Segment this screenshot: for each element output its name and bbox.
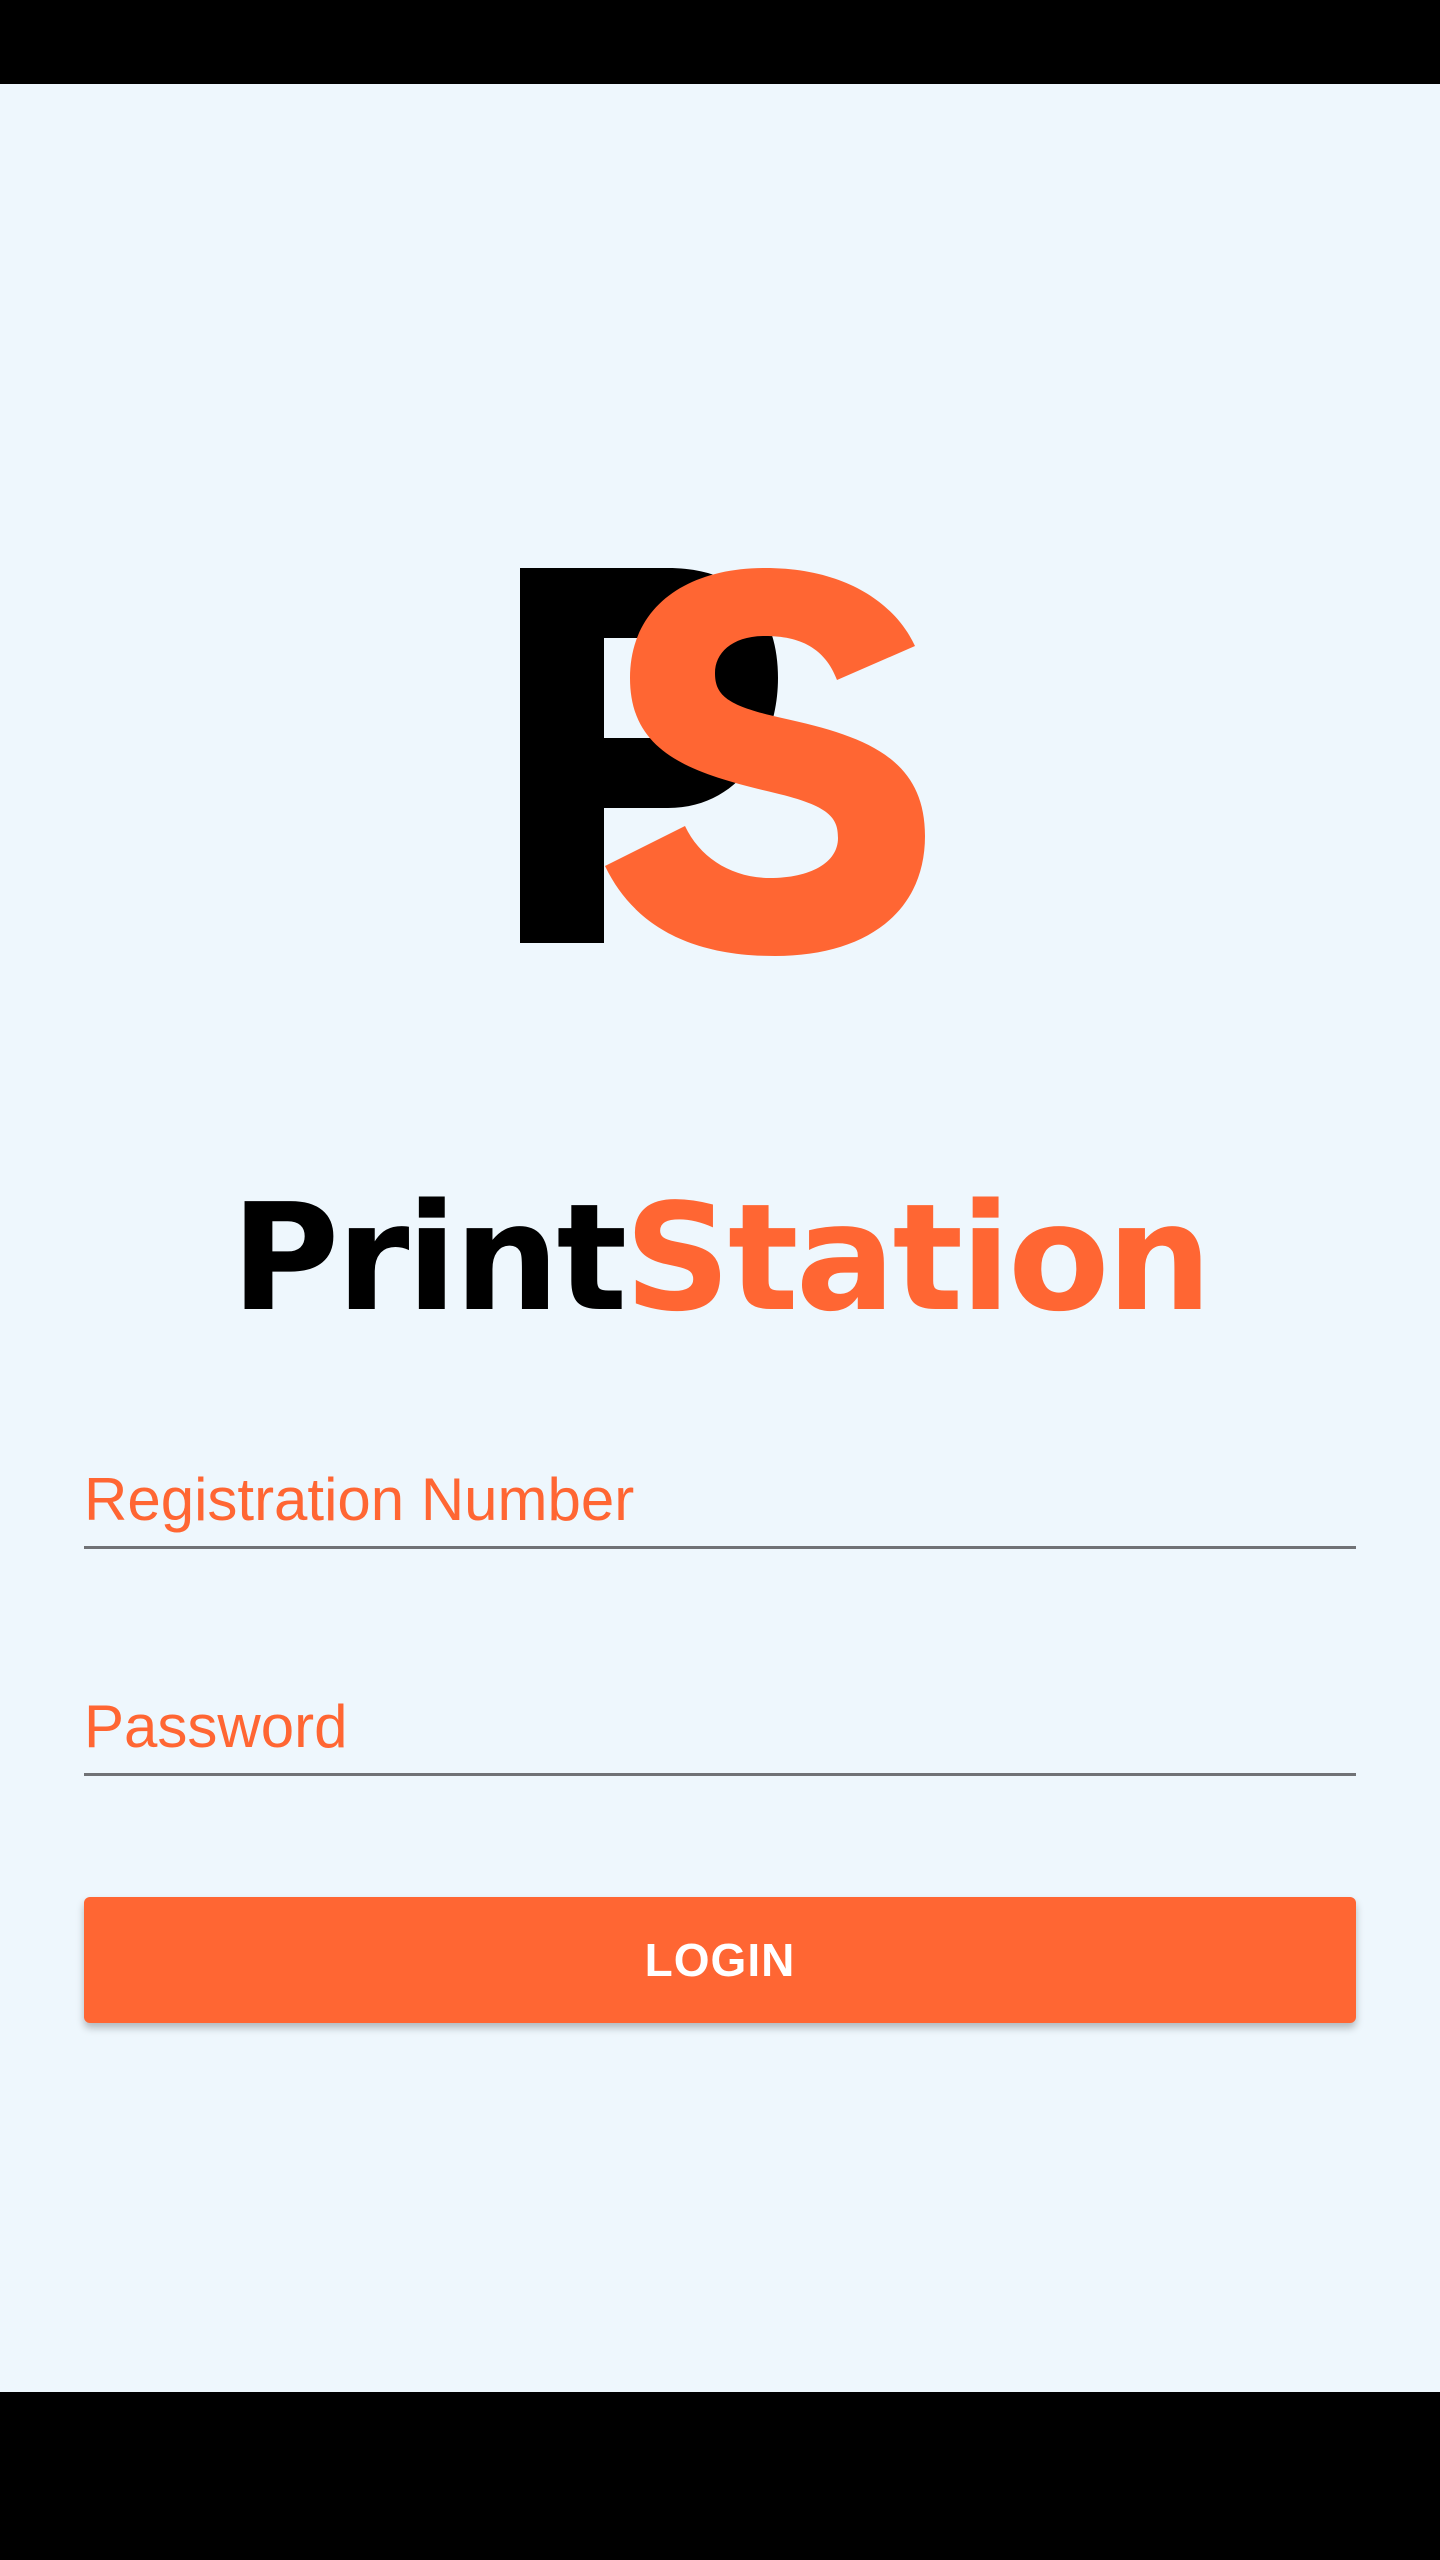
status-bar xyxy=(0,0,1440,84)
app-title: PrintStation xyxy=(0,1184,1440,1332)
app-title-station: Station xyxy=(624,1172,1212,1344)
login-button[interactable]: LOGIN xyxy=(84,1897,1356,2023)
registration-number-input[interactable] xyxy=(84,1465,1356,1546)
password-input[interactable] xyxy=(84,1692,1356,1773)
registration-number-field xyxy=(84,1450,1356,1549)
login-screen: PrintStation LOGIN xyxy=(0,84,1440,2392)
printstation-logo xyxy=(520,568,925,956)
navigation-bar xyxy=(0,2392,1440,2560)
password-field xyxy=(84,1677,1356,1776)
app-title-print: Print xyxy=(230,1172,627,1344)
